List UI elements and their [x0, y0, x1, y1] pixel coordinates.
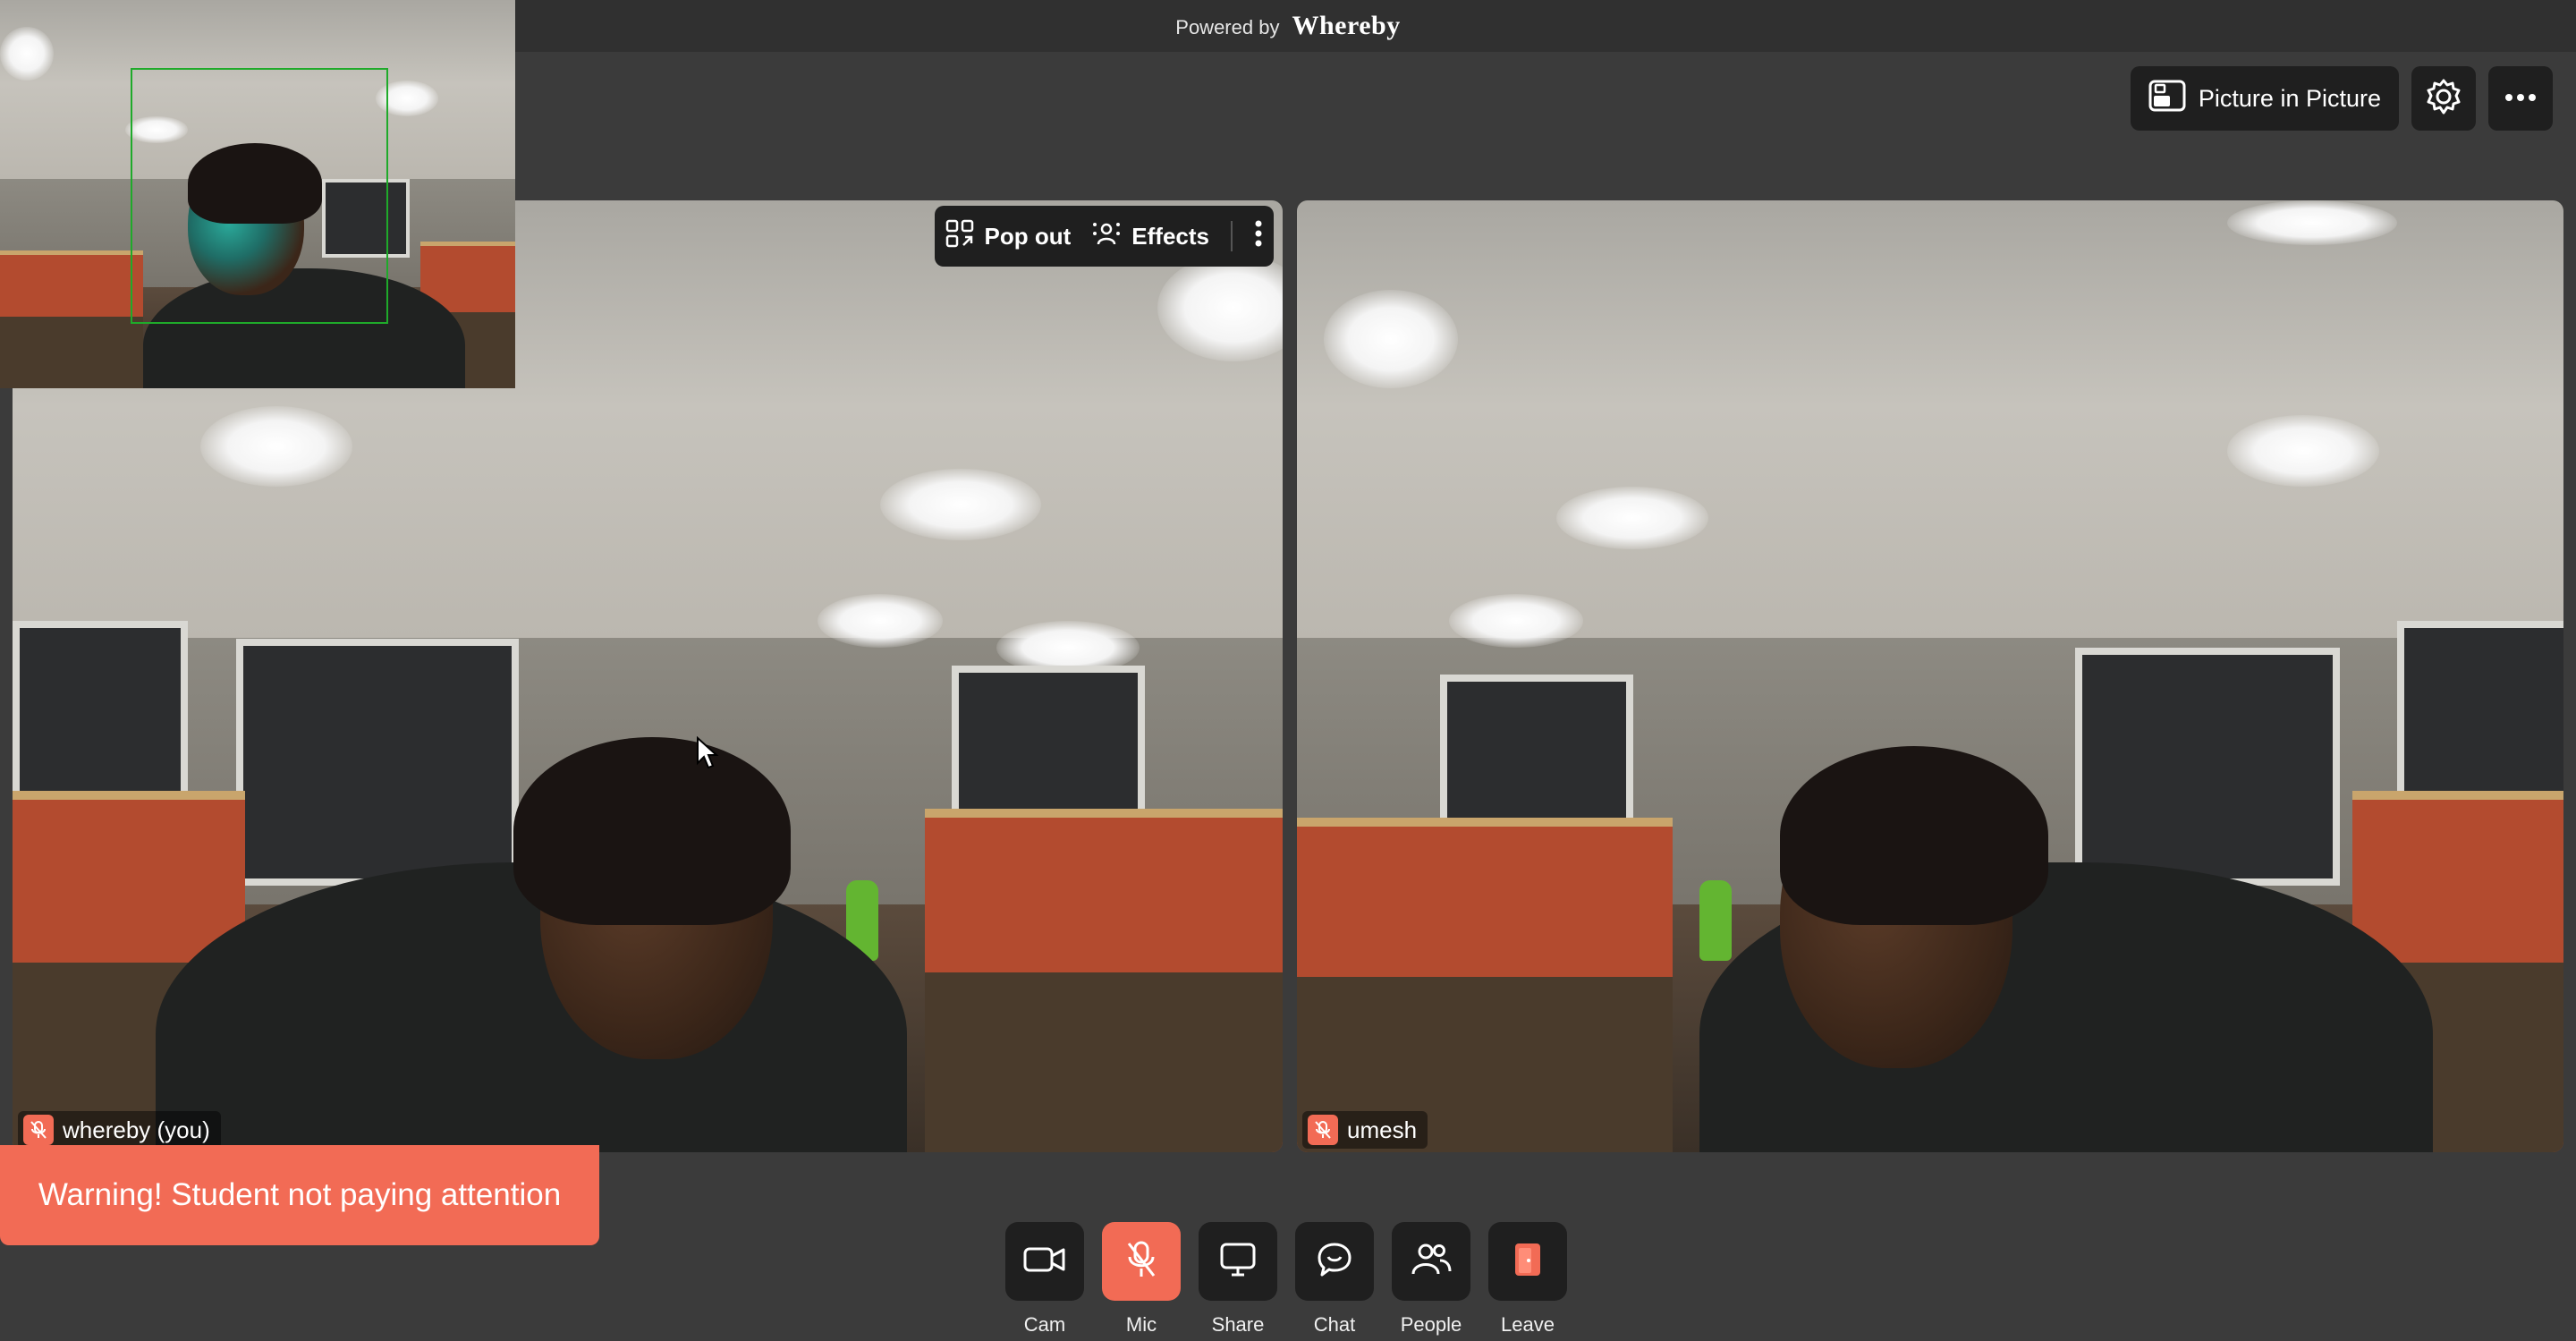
powered-by-label: Powered by — [1175, 16, 1280, 38]
share-button[interactable] — [1199, 1222, 1277, 1301]
people-button[interactable] — [1392, 1222, 1470, 1301]
tile-menu-button[interactable] — [1254, 219, 1263, 254]
participant-name-tag: umesh — [1302, 1111, 1428, 1149]
more-options-button[interactable] — [2488, 66, 2553, 131]
pop-out-icon — [945, 219, 974, 254]
gear-icon — [2425, 78, 2462, 120]
vertical-ellipsis-icon — [1254, 219, 1263, 254]
mic-off-icon — [23, 1115, 54, 1145]
face-detection-preview — [0, 0, 515, 388]
mic-control: Mic — [1102, 1222, 1181, 1337]
mouse-cursor-icon — [696, 735, 719, 775]
powered-by: Powered by Whereby — [1175, 11, 1400, 41]
effects-icon — [1092, 219, 1121, 254]
leave-icon — [1512, 1241, 1544, 1283]
tile-toolbar: Pop out Effects — [934, 206, 1274, 267]
mic-label: Mic — [1125, 1313, 1157, 1336]
people-label: People — [1400, 1313, 1462, 1336]
video-tile-remote[interactable]: umesh — [1297, 200, 2563, 1152]
mic-button[interactable] — [1102, 1222, 1181, 1301]
whereby-logo[interactable]: Whereby — [1292, 11, 1400, 41]
screen-share-icon — [1219, 1242, 1257, 1282]
share-control: Share — [1199, 1222, 1277, 1337]
settings-button[interactable] — [2411, 66, 2476, 131]
video-feed — [1297, 200, 2563, 1152]
face-detection-box — [131, 68, 388, 324]
top-actions: Picture in Picture — [2130, 66, 2553, 131]
cam-label: Cam — [1023, 1313, 1066, 1336]
picture-in-picture-label: Picture in Picture — [2198, 84, 2381, 112]
chat-button[interactable] — [1295, 1222, 1374, 1301]
chat-control: Chat — [1295, 1222, 1374, 1337]
leave-label: Leave — [1501, 1313, 1555, 1336]
leave-button[interactable] — [1488, 1222, 1567, 1301]
pop-out-button[interactable]: Pop out — [945, 219, 1072, 254]
picture-in-picture-icon — [2148, 80, 2186, 118]
effects-label: Effects — [1131, 222, 1209, 250]
cam-button[interactable] — [1005, 1222, 1084, 1301]
share-label: Share — [1211, 1313, 1265, 1336]
people-icon — [1411, 1242, 1452, 1282]
attention-warning-toast: Warning! Student not paying attention — [0, 1145, 599, 1245]
ellipsis-icon — [2504, 90, 2537, 106]
effects-button[interactable]: Effects — [1092, 219, 1209, 254]
cam-control: Cam — [1005, 1222, 1084, 1337]
warning-text: Warning! Student not paying attention — [38, 1177, 562, 1212]
camera-icon — [1023, 1245, 1066, 1278]
mic-off-icon — [1308, 1115, 1338, 1145]
call-controls: Cam Mic Share Chat People Leave — [1005, 1222, 1567, 1337]
people-control: People — [1392, 1222, 1470, 1337]
pop-out-label: Pop out — [984, 222, 1072, 250]
participant-name: whereby (you) — [63, 1116, 210, 1143]
mic-off-icon — [1123, 1240, 1159, 1284]
participant-name: umesh — [1347, 1116, 1418, 1143]
chat-icon — [1316, 1241, 1353, 1283]
leave-control: Leave — [1488, 1222, 1567, 1337]
chat-label: Chat — [1313, 1313, 1356, 1336]
picture-in-picture-button[interactable]: Picture in Picture — [2130, 66, 2399, 131]
toolbar-divider — [1231, 221, 1233, 251]
participant-name-tag: whereby (you) — [18, 1111, 221, 1149]
